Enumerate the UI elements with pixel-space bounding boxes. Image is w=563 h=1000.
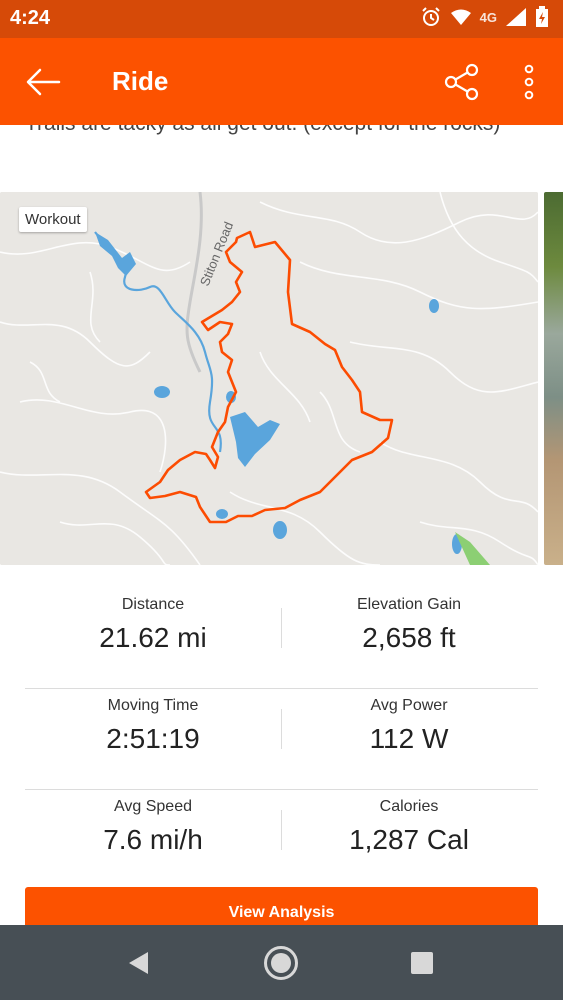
app-bar: Ride bbox=[0, 38, 563, 125]
alarm-icon bbox=[420, 6, 442, 28]
nav-home-icon bbox=[264, 946, 298, 980]
stat-elevation-gain: Elevation Gain 2,658 ft bbox=[281, 588, 537, 654]
status-bar: 4:24 4G bbox=[0, 0, 563, 38]
wifi-icon bbox=[450, 8, 472, 26]
view-analysis-button[interactable]: View Analysis bbox=[25, 887, 538, 925]
route-map[interactable]: Stiton Road Workout bbox=[0, 192, 538, 565]
share-icon bbox=[444, 63, 479, 101]
stat-value: 7.6 mi/h bbox=[103, 824, 203, 855]
page-title: Ride bbox=[112, 66, 169, 96]
network-label: 4G bbox=[479, 9, 497, 25]
stat-avg-power: Avg Power 112 W bbox=[281, 689, 537, 755]
signal-icon bbox=[505, 7, 527, 27]
stat-calories: Calories 1,287 Cal bbox=[281, 790, 537, 856]
arrow-left-icon bbox=[26, 68, 61, 96]
stats-grid: Distance 21.62 mi Elevation Gain 2,658 f… bbox=[25, 588, 538, 891]
stat-value: 21.62 mi bbox=[99, 622, 207, 653]
nav-recent-button[interactable] bbox=[404, 945, 440, 981]
stat-distance: Distance 21.62 mi bbox=[25, 588, 281, 654]
stat-avg-speed: Avg Speed 7.6 mi/h bbox=[25, 790, 281, 856]
stat-value: 1,287 Cal bbox=[349, 824, 469, 855]
stat-value: 2,658 ft bbox=[362, 622, 456, 653]
stat-moving-time: Moving Time 2:51:19 bbox=[25, 689, 281, 755]
activity-photo-thumbnail[interactable] bbox=[544, 192, 563, 565]
stat-value: 112 W bbox=[369, 723, 449, 754]
stat-label: Distance bbox=[121, 596, 185, 613]
nav-back-button[interactable] bbox=[120, 945, 156, 981]
stats-row: Moving Time 2:51:19 Avg Power 112 W bbox=[25, 689, 538, 790]
battery-charging-icon bbox=[535, 6, 549, 28]
nav-back-icon bbox=[129, 952, 148, 974]
activity-description: Trails are tacky as all get out. (except… bbox=[25, 125, 545, 143]
stat-label: Moving Time bbox=[107, 697, 199, 714]
more-vert-icon bbox=[524, 64, 534, 100]
stat-label: Calories bbox=[379, 798, 439, 815]
stat-value: 2:51:19 bbox=[106, 723, 200, 754]
back-button[interactable] bbox=[22, 62, 64, 102]
more-options-button[interactable] bbox=[514, 60, 544, 104]
stat-label: Elevation Gain bbox=[356, 596, 462, 613]
share-button[interactable] bbox=[440, 60, 484, 104]
stat-label: Avg Speed bbox=[114, 798, 192, 815]
map-canvas: Stiton Road bbox=[0, 192, 538, 565]
stats-row: Distance 21.62 mi Elevation Gain 2,658 f… bbox=[25, 588, 538, 689]
status-icons: 4G bbox=[420, 6, 549, 28]
stats-row: Avg Speed 7.6 mi/h Calories 1,287 Cal bbox=[25, 790, 538, 891]
nav-recent-icon bbox=[411, 952, 433, 974]
activity-content: Trails are tacky as all get out. (except… bbox=[0, 125, 563, 925]
nav-home-button[interactable] bbox=[262, 944, 300, 982]
workout-chip: Workout bbox=[19, 207, 87, 232]
status-time: 4:24 bbox=[10, 7, 51, 29]
system-nav-bar bbox=[0, 925, 563, 1000]
stat-label: Avg Power bbox=[370, 697, 448, 714]
